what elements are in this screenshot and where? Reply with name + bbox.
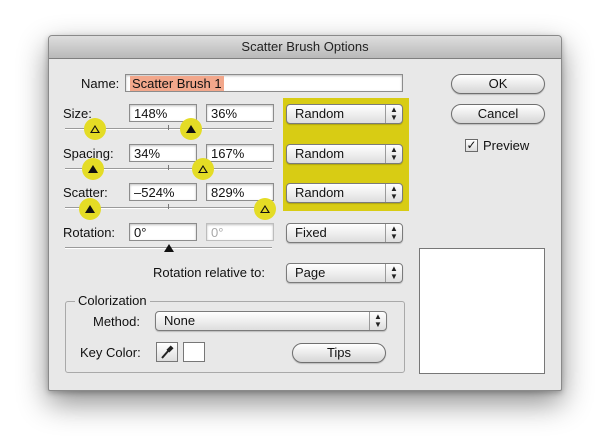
size-max-slider-handle[interactable] (186, 125, 196, 133)
rotation-max-input: 0° (206, 223, 274, 241)
dialog-title: Scatter Brush Options (49, 36, 561, 59)
scatter-min-input[interactable]: –524% (129, 183, 197, 201)
cancel-button[interactable]: Cancel (451, 104, 545, 124)
name-input[interactable]: Scatter Brush 1 (125, 74, 403, 92)
rotation-variation-popup[interactable]: Fixed ▲ ▼ (286, 223, 403, 243)
brush-preview-box (419, 248, 545, 374)
spacing-min-slider-handle[interactable] (88, 165, 98, 173)
scatter-slider-center-tick (168, 204, 169, 209)
method-value: None (164, 313, 196, 328)
colorization-title: Colorization (75, 293, 150, 308)
spacing-variation-value: Random (295, 146, 345, 161)
tips-button[interactable]: Tips (292, 343, 386, 363)
size-slider-center-tick (168, 125, 169, 130)
up-down-arrows-icon: ▲ ▼ (385, 224, 402, 242)
scatter-min-slider-handle[interactable] (85, 205, 95, 213)
method-popup[interactable]: None ▲ ▼ (155, 311, 387, 331)
size-label: Size: (63, 106, 92, 121)
rotation-min-input[interactable]: 0° (129, 223, 197, 241)
spacing-max-slider-handle[interactable] (198, 165, 208, 173)
size-max-input[interactable]: 36% (206, 104, 274, 122)
spacing-variation-popup[interactable]: Random ▲ ▼ (286, 144, 403, 164)
ok-button[interactable]: OK (451, 74, 545, 94)
key-color-label: Key Color: (80, 345, 141, 360)
eyedropper-icon (161, 345, 174, 359)
size-variation-value: Random (295, 106, 345, 121)
scatter-variation-value: Random (295, 185, 345, 200)
key-color-swatch[interactable] (183, 342, 205, 362)
up-down-arrows-icon: ▲ ▼ (369, 312, 386, 330)
method-label: Method: (93, 314, 140, 329)
up-down-arrows-icon: ▲ ▼ (385, 105, 402, 123)
preview-label: Preview (483, 138, 530, 153)
spacing-slider-center-tick (168, 165, 169, 170)
up-down-arrows-icon: ▲ ▼ (385, 184, 402, 202)
scatter-variation-popup[interactable]: Random ▲ ▼ (286, 183, 403, 203)
spacing-min-input[interactable]: 34% (129, 144, 197, 162)
name-value: Scatter Brush 1 (130, 76, 224, 91)
rotation-variation-value: Fixed (295, 225, 327, 240)
spacing-max-input[interactable]: 167% (206, 144, 274, 162)
eyedropper-button[interactable] (156, 342, 178, 362)
size-min-slider-handle[interactable] (90, 125, 100, 133)
size-variation-popup[interactable]: Random ▲ ▼ (286, 104, 403, 124)
rotation-relative-popup[interactable]: Page ▲ ▼ (286, 263, 403, 283)
rotation-slider-handle[interactable] (164, 244, 174, 252)
up-down-arrows-icon: ▲ ▼ (385, 264, 402, 282)
scatter-brush-options-dialog: Scatter Brush Options Name: Scatter Brus… (48, 35, 562, 391)
name-label: Name: (81, 76, 120, 91)
scatter-max-slider-handle[interactable] (260, 205, 270, 213)
up-down-arrows-icon: ▲ ▼ (385, 145, 402, 163)
rotation-relative-value: Page (295, 265, 326, 280)
rotation-relative-label: Rotation relative to: (153, 265, 266, 280)
rotation-label: Rotation: (63, 225, 116, 240)
preview-checkbox[interactable]: ✓ (465, 139, 478, 152)
